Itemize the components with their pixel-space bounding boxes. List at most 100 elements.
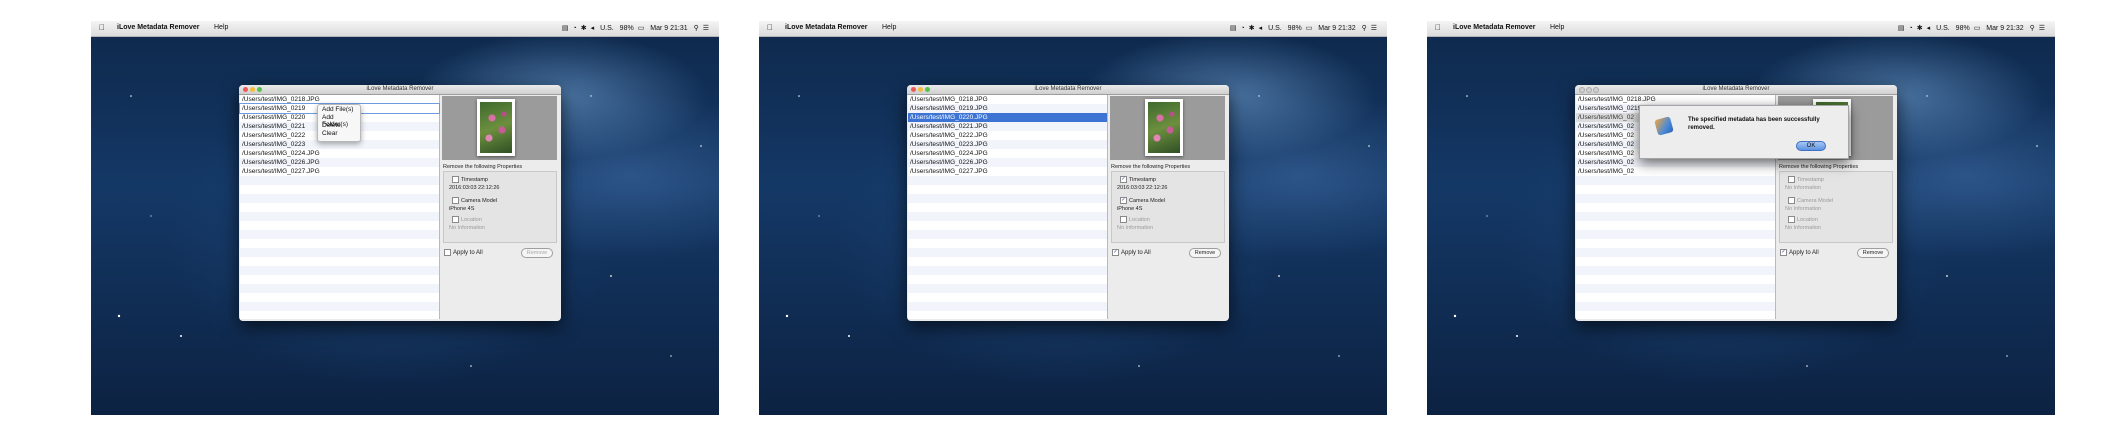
volume-icon[interactable]: ◂ [591, 25, 595, 32]
camera-label: Camera Model [1797, 197, 1834, 204]
file-row[interactable]: /Users/test/IMG_0221.JPG [908, 122, 1107, 131]
context-menu: Add File(s) Add Folder(s) Delete Clear [317, 104, 361, 142]
volume-icon[interactable]: ◂ [1927, 25, 1931, 32]
file-row[interactable]: /Users/test/IMG_0223.JPG [908, 140, 1107, 149]
camera-label: Camera Model [1129, 197, 1166, 204]
photo-image [480, 102, 512, 153]
file-row[interactable]: /Users/test/IMG_0227.JPG [908, 167, 1107, 176]
battery-icon[interactable]: ▭ [1306, 25, 1313, 32]
bluetooth-icon[interactable]: ✱ [1249, 25, 1255, 32]
file-row[interactable]: /Users/test/IMG_0222.JPG [908, 131, 1107, 140]
location-checkbox [1788, 216, 1795, 223]
location-checkbox [452, 216, 459, 223]
battery-icon[interactable]: ▭ [638, 25, 645, 32]
spotlight-icon[interactable]: ⚲ [1362, 25, 1367, 32]
battery-percent[interactable]: 98% [1956, 25, 1970, 32]
notification-icon[interactable]: ☰ [2039, 25, 2045, 32]
menu-help[interactable]: Help [882, 24, 896, 31]
battery-percent[interactable]: 98% [620, 25, 634, 32]
timestamp-option[interactable]: ✓ Timestamp [1120, 176, 1156, 183]
timestamp-checkbox-checked[interactable]: ✓ [1120, 176, 1127, 183]
apply-all-checkbox-checked[interactable]: ✓ [1780, 249, 1787, 256]
spotlight-icon[interactable]: ⚲ [2030, 25, 2035, 32]
battery-icon[interactable]: ▭ [1974, 25, 1981, 32]
apply-all-checkbox-checked[interactable]: ✓ [1112, 249, 1119, 256]
file-row[interactable]: /Users/test/IMG_0218.JPG [1576, 95, 1775, 104]
input-source[interactable]: U.S. [1268, 25, 1282, 32]
menu-help[interactable]: Help [1550, 24, 1564, 31]
camera-value: iPhone 4S [1117, 206, 1143, 212]
timestamp-checkbox[interactable] [452, 176, 459, 183]
remove-button[interactable]: Remove [521, 248, 553, 258]
menu-bar:  iLove Metadata Remover Help ▤ ◔ ✱ ◂ U.S. … [91, 21, 719, 37]
wifi-icon[interactable]: ◔ [1909, 25, 1913, 32]
window-titlebar: iLove Metadata Remover [239, 85, 561, 95]
camera-option: Camera Model [1788, 197, 1833, 204]
bluetooth-icon[interactable]: ✱ [581, 25, 587, 32]
ok-button[interactable]: OK [1796, 141, 1826, 151]
apply-all-option[interactable]: ✓ Apply to All [1780, 249, 1819, 256]
camera-option[interactable]: ✓ Camera Model [1120, 197, 1165, 204]
properties-panel: Remove the following Properties Timestam… [1776, 164, 1897, 321]
input-source[interactable]: U.S. [600, 25, 614, 32]
file-row[interactable]: /Users/test/IMG_0224.JPG [240, 149, 439, 158]
bottom-bar: ✓ Apply to All Remove [1776, 244, 1897, 260]
apply-all-label: Apply to All [1121, 250, 1151, 257]
list-icon[interactable]: ▤ [1230, 25, 1237, 32]
list-icon[interactable]: ▤ [1898, 25, 1905, 32]
spotlight-icon[interactable]: ⚲ [694, 25, 699, 32]
camera-value: No Information [1785, 206, 1822, 212]
file-row[interactable]: /Users/test/IMG_0218.JPG [240, 95, 439, 104]
remove-button[interactable]: Remove [1857, 248, 1889, 258]
input-source[interactable]: U.S. [1936, 25, 1950, 32]
menu-clock[interactable]: Mar 9 21:32 [1318, 25, 1355, 32]
screenshot-3:  iLove Metadata Remover Help ▤ ◔ ✱ ◂ U.S. … [1427, 21, 2055, 415]
menu-clock[interactable]: Mar 9 21:31 [650, 25, 687, 32]
timestamp-value: No Information [1785, 185, 1822, 191]
file-row[interactable]: /Users/test/IMG_02 [1576, 167, 1775, 176]
file-row[interactable]: /Users/test/IMG_0218.JPG [908, 95, 1107, 104]
menu-clock[interactable]: Mar 9 21:32 [1986, 25, 2023, 32]
list-icon[interactable]: ▤ [562, 25, 569, 32]
menu-help[interactable]: Help [214, 24, 228, 31]
menu-app-name[interactable]: iLove Metadata Remover [785, 24, 867, 31]
file-row[interactable]: /Users/test/IMG_0224.JPG [908, 149, 1107, 158]
file-row-selected[interactable]: /Users/test/IMG_0220.JPG [908, 113, 1107, 122]
menu-app-name[interactable]: iLove Metadata Remover [117, 24, 199, 31]
timestamp-value: 2016:03:03 22:12:26 [1117, 185, 1168, 191]
wifi-icon[interactable]: ◔ [573, 25, 577, 32]
apple-icon[interactable]:  [767, 23, 773, 32]
apple-icon[interactable]:  [99, 23, 105, 32]
properties-header: Remove the following Properties [1111, 164, 1191, 170]
battery-percent[interactable]: 98% [1288, 25, 1302, 32]
file-list[interactable]: /Users/test/IMG_0218.JPG /Users/test/IMG… [908, 95, 1108, 319]
bluetooth-icon[interactable]: ✱ [1917, 25, 1923, 32]
camera-option[interactable]: Camera Model [452, 197, 497, 204]
camera-checkbox[interactable] [452, 197, 459, 204]
menu-item-delete[interactable]: Delete [318, 122, 360, 129]
file-row[interactable]: /Users/test/IMG_0226.JPG [240, 158, 439, 167]
notification-icon[interactable]: ☰ [1371, 25, 1377, 32]
properties-box: Timestamp No Information Camera Model No… [1779, 171, 1893, 243]
volume-icon[interactable]: ◂ [1259, 25, 1263, 32]
menu-item-add-folders[interactable]: Add Folder(s) [318, 114, 360, 128]
wifi-icon[interactable]: ◔ [1241, 25, 1245, 32]
camera-checkbox-checked[interactable]: ✓ [1120, 197, 1127, 204]
menu-app-name[interactable]: iLove Metadata Remover [1453, 24, 1535, 31]
notification-icon[interactable]: ☰ [703, 25, 709, 32]
file-row[interactable]: /Users/test/IMG_0226.JPG [908, 158, 1107, 167]
timestamp-option[interactable]: Timestamp [452, 176, 488, 183]
remove-button[interactable]: Remove [1189, 248, 1221, 258]
menu-item-add-files[interactable]: Add File(s) [318, 106, 360, 113]
apply-all-option[interactable]: Apply to All [444, 249, 483, 256]
apply-all-option[interactable]: ✓ Apply to All [1112, 249, 1151, 256]
apply-all-checkbox[interactable] [444, 249, 451, 256]
location-value: No Information [1117, 225, 1154, 231]
file-row[interactable]: /Users/test/IMG_0219.JPG [908, 104, 1107, 113]
menu-item-clear[interactable]: Clear [318, 130, 360, 137]
camera-checkbox [1788, 197, 1795, 204]
timestamp-value: 2016:03:03 22:12:26 [449, 185, 500, 191]
apple-icon[interactable]:  [1435, 23, 1441, 32]
file-row[interactable]: /Users/test/IMG_0227.JPG [240, 167, 439, 176]
file-row[interactable]: /Users/test/IMG_02 [1576, 158, 1775, 167]
